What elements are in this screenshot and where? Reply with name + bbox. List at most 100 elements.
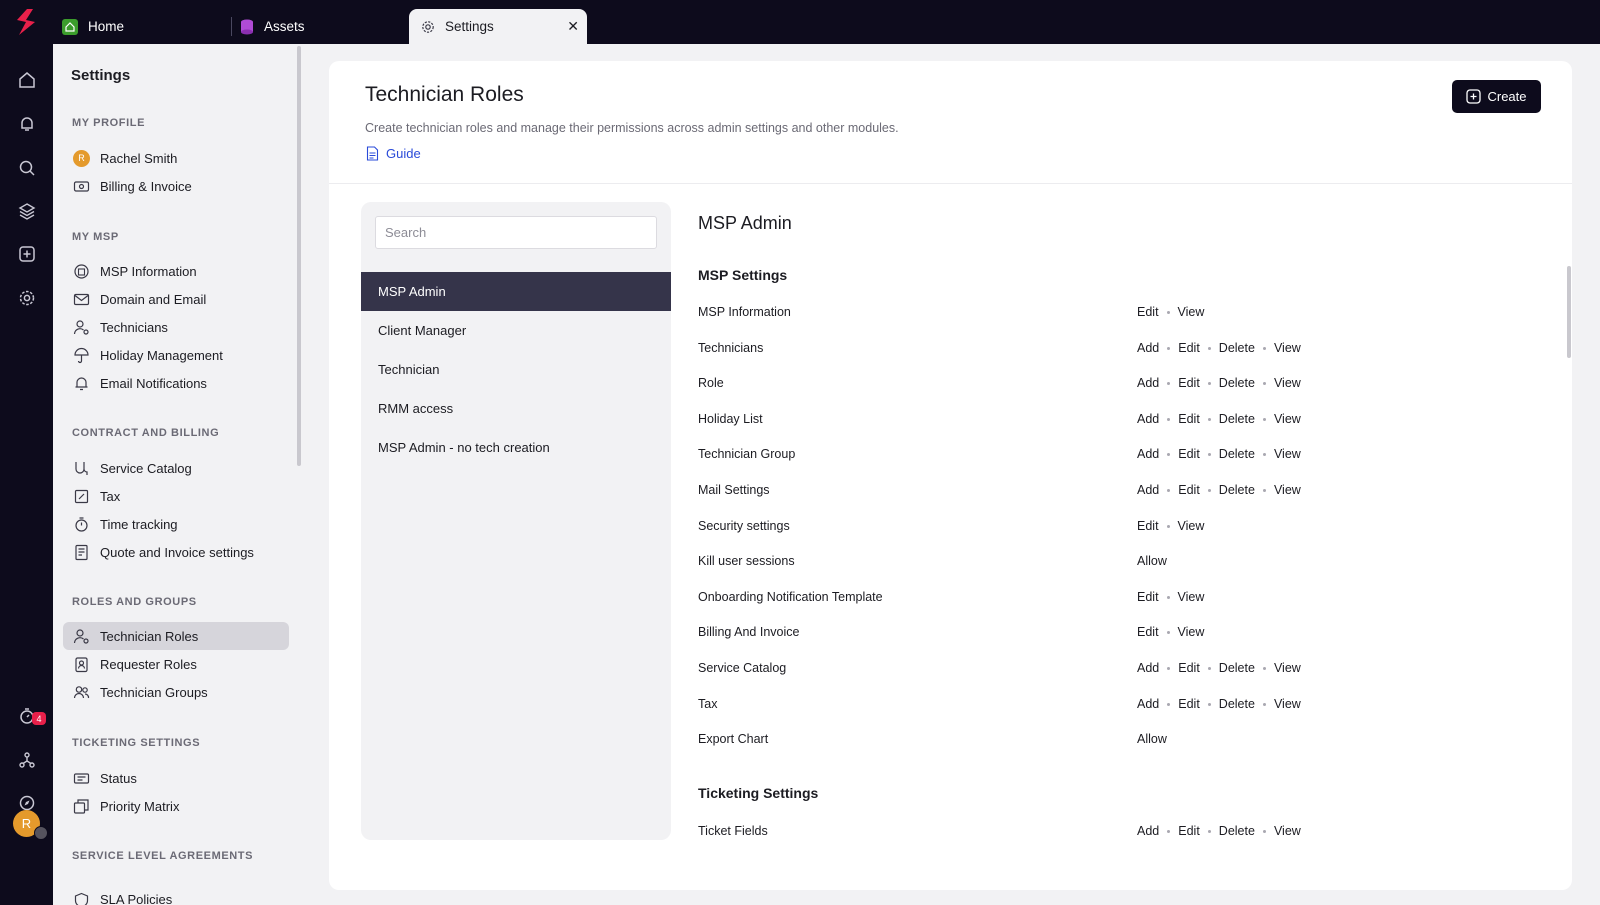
close-tab-icon[interactable]: ✕	[567, 18, 579, 35]
permission-action-view[interactable]: View	[1274, 447, 1301, 461]
gear-icon[interactable]	[15, 286, 39, 310]
sidebar-item-label: Technician Roles	[100, 628, 199, 644]
permission-action-view[interactable]: View	[1274, 661, 1301, 675]
permission-action-view[interactable]: View	[1274, 483, 1301, 497]
sidebar-item-profile[interactable]: R Rachel Smith	[63, 144, 289, 172]
permission-action-edit[interactable]: Edit	[1178, 697, 1200, 711]
permission-actions: Allow	[1137, 554, 1167, 568]
role-item-client-manager[interactable]: Client Manager	[361, 311, 671, 350]
permission-action-add[interactable]: Add	[1137, 412, 1159, 426]
tab-home[interactable]: Home	[62, 9, 124, 44]
permission-name: Billing And Invoice	[698, 625, 800, 639]
permission-action-view[interactable]: View	[1178, 519, 1205, 533]
sidebar-item-service-catalog[interactable]: Service Catalog	[63, 454, 289, 482]
permission-action-edit[interactable]: Edit	[1178, 661, 1200, 675]
sidebar-item-technician-groups[interactable]: Technician Groups	[63, 678, 289, 706]
permission-action-delete[interactable]: Delete	[1219, 412, 1255, 426]
permission-action-view[interactable]: View	[1178, 590, 1205, 604]
permission-action-add[interactable]: Add	[1137, 697, 1159, 711]
permission-action-delete[interactable]: Delete	[1219, 376, 1255, 390]
role-item-msp-admin[interactable]: MSP Admin	[361, 272, 671, 311]
create-button[interactable]: Create	[1452, 80, 1541, 113]
home-icon[interactable]	[15, 68, 39, 92]
permission-action-edit[interactable]: Edit	[1178, 447, 1200, 461]
permission-action-delete[interactable]: Delete	[1219, 447, 1255, 461]
badge-icon	[75, 656, 88, 672]
sidebar-scrollbar[interactable]	[297, 46, 301, 466]
permission-action-add[interactable]: Add	[1137, 661, 1159, 675]
sidebar-item-technicians[interactable]: Technicians	[63, 313, 289, 341]
bell-icon[interactable]	[15, 112, 39, 136]
permission-action-delete[interactable]: Delete	[1219, 661, 1255, 675]
permission-action-add[interactable]: Add	[1137, 483, 1159, 497]
sidebar-item-priority-matrix[interactable]: Priority Matrix	[63, 792, 289, 820]
permission-action-allow[interactable]: Allow	[1137, 732, 1167, 746]
tab-settings-label: Settings	[445, 19, 494, 34]
permission-action-add[interactable]: Add	[1137, 341, 1159, 355]
separator-dot	[1207, 488, 1211, 492]
permission-action-delete[interactable]: Delete	[1219, 341, 1255, 355]
role-search-input[interactable]	[375, 216, 657, 249]
permission-action-add[interactable]: Add	[1137, 376, 1159, 390]
section-sla: SERVICE LEVEL AGREEMENTS	[72, 850, 254, 862]
permission-name: Ticket Fields	[698, 824, 768, 838]
permission-action-delete[interactable]: Delete	[1219, 483, 1255, 497]
section-roles-groups: ROLES AND GROUPS	[72, 596, 197, 608]
separator-dot	[1167, 829, 1171, 833]
permission-actions: Add Edit Delete View	[1137, 447, 1301, 461]
sidebar-item-billing[interactable]: Billing & Invoice	[63, 172, 289, 200]
sidebar-item-label: Technician Groups	[100, 684, 208, 700]
permission-action-view[interactable]: View	[1274, 697, 1301, 711]
permission-name: Kill user sessions	[698, 554, 795, 568]
permission-action-view[interactable]: View	[1178, 625, 1205, 639]
permission-action-edit[interactable]: Edit	[1178, 483, 1200, 497]
sidebar-item-msp-information[interactable]: MSP Information	[63, 257, 289, 285]
sidebar-item-holiday-management[interactable]: Holiday Management	[63, 341, 289, 369]
sidebar-item-sla-policies[interactable]: SLA Policies	[63, 892, 289, 905]
role-item-rmm-access[interactable]: RMM access	[361, 389, 671, 428]
permission-action-edit[interactable]: Edit	[1137, 625, 1159, 639]
role-item-msp-admin-no-tech[interactable]: MSP Admin - no tech creation	[361, 428, 671, 467]
tab-settings[interactable]: Settings ✕	[409, 9, 587, 44]
search-icon[interactable]	[15, 156, 39, 180]
permission-action-add[interactable]: Add	[1137, 447, 1159, 461]
layers-icon[interactable]	[15, 199, 39, 223]
permission-actions: Edit View	[1137, 590, 1204, 604]
permission-action-edit[interactable]: Edit	[1137, 305, 1159, 319]
permission-action-delete[interactable]: Delete	[1219, 824, 1255, 838]
permission-action-allow[interactable]: Allow	[1137, 554, 1167, 568]
permission-action-edit[interactable]: Edit	[1178, 376, 1200, 390]
sidebar-item-status[interactable]: Status	[63, 764, 289, 792]
sidebar-item-technician-roles[interactable]: Technician Roles	[63, 622, 289, 650]
permission-action-edit[interactable]: Edit	[1137, 519, 1159, 533]
sidebar-item-domain-email[interactable]: Domain and Email	[63, 285, 289, 313]
sidebar-item-email-notifications[interactable]: Email Notifications	[63, 369, 289, 397]
sidebar-item-requester-roles[interactable]: Requester Roles	[63, 650, 289, 678]
plus-square-icon[interactable]	[15, 242, 39, 266]
separator-dot	[1207, 666, 1211, 670]
separator-dot	[1207, 346, 1211, 350]
sidebar-item-time-tracking[interactable]: Time tracking	[63, 510, 289, 538]
sidebar-item-quote-invoice[interactable]: Quote and Invoice settings	[63, 538, 289, 566]
permission-name: Role	[698, 376, 724, 390]
permission-action-edit[interactable]: Edit	[1178, 412, 1200, 426]
app-logo[interactable]	[10, 6, 42, 38]
role-item-technician[interactable]: Technician	[361, 350, 671, 389]
permission-action-edit[interactable]: Edit	[1137, 590, 1159, 604]
permission-action-view[interactable]: View	[1274, 376, 1301, 390]
network-icon[interactable]	[15, 748, 39, 772]
sidebar-item-tax[interactable]: Tax	[63, 482, 289, 510]
tab-assets[interactable]: Assets	[240, 9, 305, 44]
guide-link[interactable]: Guide	[366, 146, 421, 161]
permission-action-view[interactable]: View	[1274, 412, 1301, 426]
permission-action-view[interactable]: View	[1274, 824, 1301, 838]
permission-action-edit[interactable]: Edit	[1178, 824, 1200, 838]
user-gear-icon	[73, 628, 89, 644]
permission-action-view[interactable]: View	[1274, 341, 1301, 355]
main-scrollbar[interactable]	[1567, 266, 1571, 358]
permission-action-edit[interactable]: Edit	[1178, 341, 1200, 355]
workspace-icon[interactable]	[34, 826, 48, 840]
permission-action-add[interactable]: Add	[1137, 824, 1159, 838]
permission-action-delete[interactable]: Delete	[1219, 697, 1255, 711]
permission-action-view[interactable]: View	[1178, 305, 1205, 319]
